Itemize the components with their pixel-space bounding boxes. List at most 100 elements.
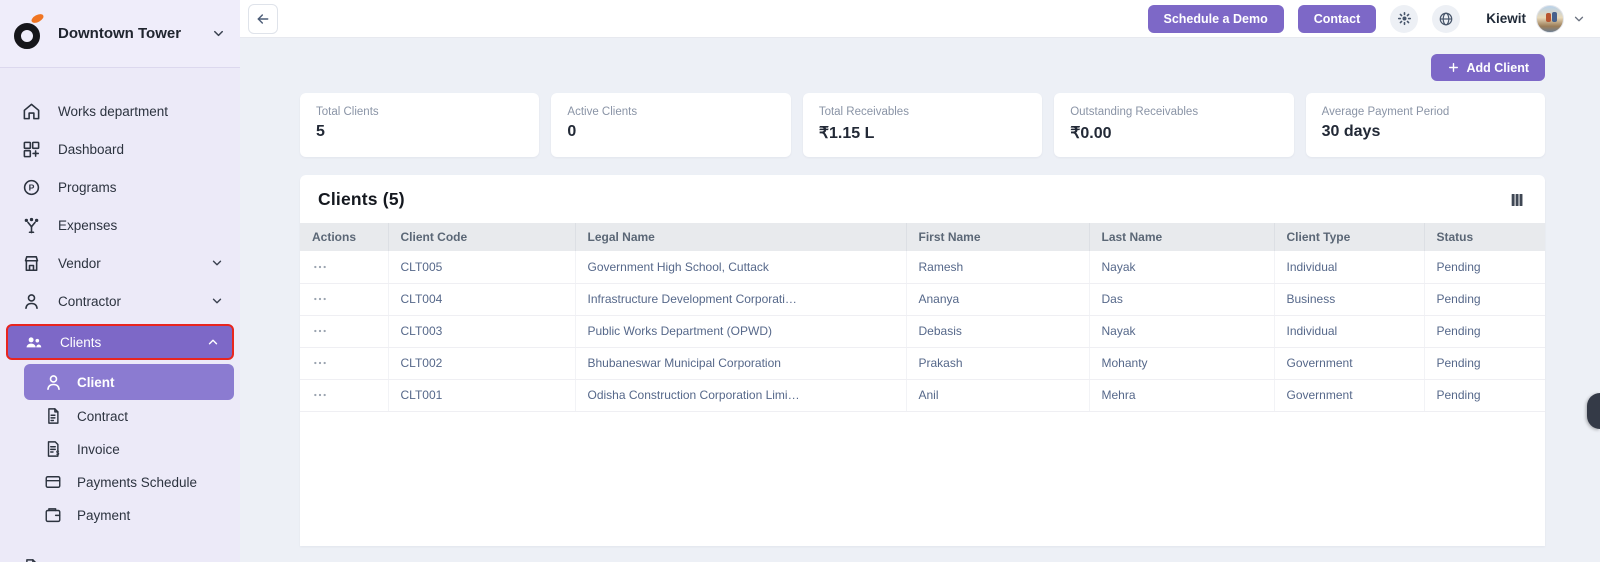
table-row[interactable]: CLT005 Government High School, Cuttack Ram… (300, 251, 1545, 284)
cell-client-type: Business (1274, 283, 1425, 316)
sidebar-item-label: Vendor (58, 255, 101, 271)
gear-icon (1397, 11, 1412, 26)
sidebar-item-programs[interactable]: P Programs (0, 168, 240, 206)
stat-card-active-clients: Active Clients 0 (551, 93, 791, 157)
table-row[interactable]: CLT001 Odisha Construction Corporation Li… (300, 379, 1545, 412)
sidebar-item-label: Contract (77, 409, 129, 424)
cell-legal-name: Bhubaneswar Municipal Corporation (575, 347, 907, 380)
sidebar-item-client[interactable]: Client (24, 364, 234, 400)
cell-legal-name: Odisha Construction Corporation Limi… (575, 379, 907, 412)
sidebar-item-label: Invoice (77, 442, 120, 457)
schedule-demo-button[interactable]: Schedule a Demo (1147, 4, 1284, 33)
column-header-last-name: Last Name (1089, 223, 1275, 251)
globe-icon (1438, 11, 1454, 27)
table-row[interactable]: CLT003 Public Works Department (OPWD) Deba… (300, 315, 1545, 348)
cell-status: Pending (1424, 315, 1545, 348)
settings-button[interactable] (1390, 4, 1419, 33)
stat-value: ₹0.00 (1070, 125, 1112, 142)
column-header-status: Status (1424, 223, 1545, 251)
sidebar-item-contract[interactable]: Contract (0, 400, 240, 433)
cell-client-code: CLT001 (388, 379, 576, 412)
cell-status: Pending (1424, 379, 1545, 412)
stat-value: ₹1.15 L (818, 125, 875, 142)
cell-last-name: Nayak (1089, 315, 1275, 348)
workspace-switcher[interactable]: Downtown Tower (0, 0, 240, 68)
sidebar-item-payment[interactable]: Payment (0, 499, 240, 532)
row-actions-button[interactable] (300, 315, 389, 348)
sidebar-item-partial[interactable] (0, 548, 240, 562)
column-settings-button[interactable] (1507, 190, 1527, 210)
cell-first-name: Ananya (906, 283, 1090, 316)
dots-icon (312, 259, 376, 275)
row-actions-button[interactable] (300, 379, 389, 412)
dots-icon (312, 355, 376, 371)
table-row[interactable]: CLT002 Bhubaneswar Municipal Corporation P… (300, 347, 1545, 380)
svg-text:$: $ (56, 451, 60, 457)
column-header-client-code: Client Code (388, 223, 576, 251)
sidebar-item-invoice[interactable]: $ Invoice (0, 433, 240, 466)
cell-first-name: Debasis (906, 315, 1090, 348)
stats-row: Total Clients 5 Active Clients 0 Total Recei… (300, 93, 1546, 157)
user-name: Kiewit (1486, 11, 1526, 26)
sidebar-item-vendor[interactable]: Vendor (0, 244, 240, 282)
stat-label: Active Clients (567, 106, 638, 118)
column-header-legal-name: Legal Name (575, 223, 907, 251)
cell-first-name: Ramesh (906, 251, 1090, 284)
app-window: Downtown Tower Works department Dashboard… (0, 0, 1600, 562)
svg-text:P: P (29, 182, 35, 192)
sidebar-item-dashboard[interactable]: Dashboard (0, 130, 240, 168)
clients-table: Actions Client Code Legal Name First Name La… (300, 223, 1545, 412)
table-row[interactable]: CLT004 Infrastructure Development Corpora… (300, 283, 1545, 316)
edge-widget-handle[interactable] (1587, 393, 1600, 429)
stat-card-total-receivables: Total Receivables ₹1.15 L (802, 93, 1043, 157)
row-actions-button[interactable] (300, 251, 389, 284)
cell-status: Pending (1424, 283, 1545, 316)
main-content: Add Client Total Clients 5 Active Clients 0… (240, 38, 1600, 562)
cell-client-code: CLT005 (388, 251, 576, 284)
language-button[interactable] (1432, 4, 1461, 33)
chevron-down-icon (210, 294, 224, 308)
sidebar-item-label: Client (77, 374, 115, 390)
row-actions-button[interactable] (300, 347, 389, 380)
sidebar-item-works-department[interactable]: Works department (0, 92, 240, 130)
sidebar-item-payments-schedule[interactable]: Payments Schedule (0, 466, 240, 499)
cell-last-name: Mehra (1089, 379, 1275, 412)
stat-value: 0 (567, 123, 577, 140)
column-header-first-name: First Name (906, 223, 1090, 251)
clients-card: Clients (5) Actions Client Code Legal Name… (300, 175, 1545, 546)
user-avatar[interactable] (1536, 4, 1564, 33)
cell-status: Pending (1424, 347, 1545, 380)
row-actions-button[interactable] (300, 283, 389, 316)
payment-icon (44, 506, 63, 525)
vendor-icon (22, 254, 41, 273)
sidebar-item-clients[interactable]: Clients (6, 324, 234, 360)
cell-first-name: Prakash (906, 347, 1090, 380)
topbar: Schedule a Demo Contact Kiewit (240, 0, 1600, 38)
sidebar-item-expenses[interactable]: Expenses (0, 206, 240, 244)
cell-last-name: Mohanty (1089, 347, 1275, 380)
expenses-icon (22, 216, 41, 235)
chevron-down-icon (210, 256, 224, 270)
sidebar-item-label: Expenses (58, 217, 118, 233)
back-button[interactable] (248, 3, 278, 34)
dots-icon (312, 387, 376, 403)
add-client-button[interactable]: Add Client (1430, 54, 1545, 81)
sidebar-nav: Works department Dashboard P Programs Expens… (0, 68, 240, 562)
stat-card-average-payment-period: Average Payment Period 30 days (1305, 93, 1546, 157)
chevron-down-icon[interactable] (211, 26, 226, 41)
table-header-row: Actions Client Code Legal Name First Name La… (300, 223, 1545, 251)
sidebar-item-contractor[interactable]: Contractor (0, 282, 240, 320)
contact-button[interactable]: Contact (1297, 4, 1377, 33)
cell-client-code: CLT004 (388, 283, 576, 316)
invoice-icon: $ (44, 440, 63, 459)
stat-label: Total Receivables (818, 106, 909, 118)
user-menu-chevron-down-icon[interactable] (1572, 12, 1586, 26)
cell-client-type: Government (1274, 347, 1425, 380)
plus-icon (1447, 61, 1460, 74)
columns-icon (1509, 192, 1525, 208)
stat-label: Outstanding Receivables (1070, 106, 1199, 118)
column-header-actions: Actions (300, 223, 389, 251)
cell-legal-name: Infrastructure Development Corporati… (575, 283, 907, 316)
stat-label: Average Payment Period (1321, 106, 1450, 118)
dots-icon (312, 291, 376, 307)
